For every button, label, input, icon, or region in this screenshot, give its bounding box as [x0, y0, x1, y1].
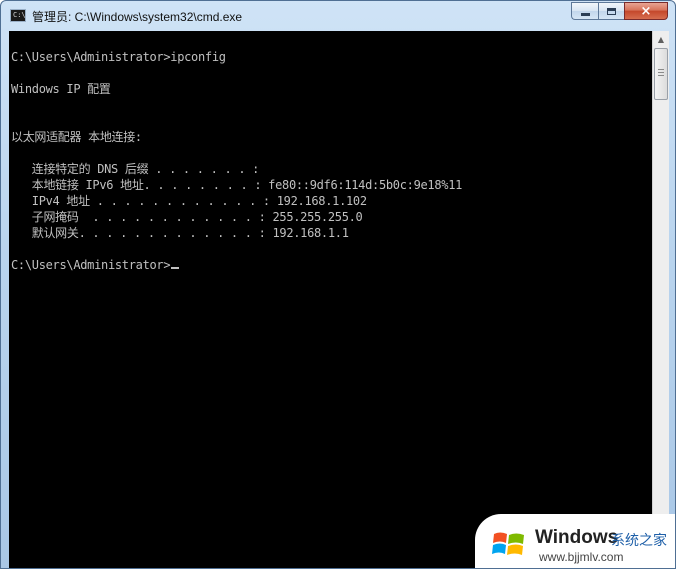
- grip-line: [658, 75, 664, 76]
- windows-logo-icon: [492, 532, 524, 555]
- site-watermark: Windows 系统之家 www.bjjmlv.com: [475, 514, 675, 568]
- minimize-icon: [580, 13, 590, 16]
- console-line: 默认网关. . . . . . . . . . . . . : 192.168.…: [11, 226, 349, 240]
- window-title: 管理员: C:\Windows\system32\cmd.exe: [32, 10, 243, 24]
- vertical-scrollbar[interactable]: ▲: [652, 31, 669, 568]
- text-cursor: [171, 267, 180, 269]
- cmd-window: C:\ 管理员: C:\Windows\system32\cmd.exe × C…: [0, 0, 676, 569]
- minimize-button[interactable]: [571, 2, 598, 20]
- console-line: 连接特定的 DNS 后缀 . . . . . . . :: [11, 162, 260, 176]
- scroll-thumb[interactable]: [654, 48, 668, 100]
- console-line: 以太网适配器 本地连接:: [11, 130, 142, 144]
- console-output[interactable]: C:\Users\Administrator>ipconfig Windows …: [9, 31, 652, 568]
- console-line: 本地链接 IPv6 地址. . . . . . . . : fe80::9df6…: [11, 178, 463, 192]
- maximize-button[interactable]: [598, 2, 624, 20]
- console-line: 子网掩码 . . . . . . . . . . . . : 255.255.2…: [11, 210, 363, 224]
- caption-buttons: ×: [571, 2, 668, 21]
- close-icon: ×: [640, 3, 652, 19]
- arrow-up-icon: ▲: [657, 35, 665, 44]
- prompt-line[interactable]: C:\Users\Administrator>: [11, 257, 180, 273]
- grip-line: [658, 72, 664, 73]
- console-line: C:\Users\Administrator>ipconfig: [11, 50, 226, 64]
- grip-line: [658, 69, 664, 70]
- scroll-up-button[interactable]: ▲: [653, 31, 669, 48]
- watermark-url: www.bjjmlv.com: [539, 550, 624, 564]
- watermark-site-name: 系统之家: [611, 533, 667, 549]
- window-frame-right: [669, 31, 675, 568]
- maximize-icon: [607, 7, 616, 15]
- watermark-brand: Windows: [535, 527, 619, 548]
- console-line: IPv4 地址 . . . . . . . . . . . . : 192.16…: [11, 194, 367, 208]
- console-line: Windows IP 配置: [11, 82, 111, 96]
- title-bar[interactable]: C:\ 管理员: C:\Windows\system32\cmd.exe ×: [1, 1, 675, 31]
- close-button[interactable]: ×: [624, 2, 668, 20]
- cmd-icon[interactable]: C:\: [10, 9, 26, 22]
- prompt-text: C:\Users\Administrator>: [11, 258, 171, 272]
